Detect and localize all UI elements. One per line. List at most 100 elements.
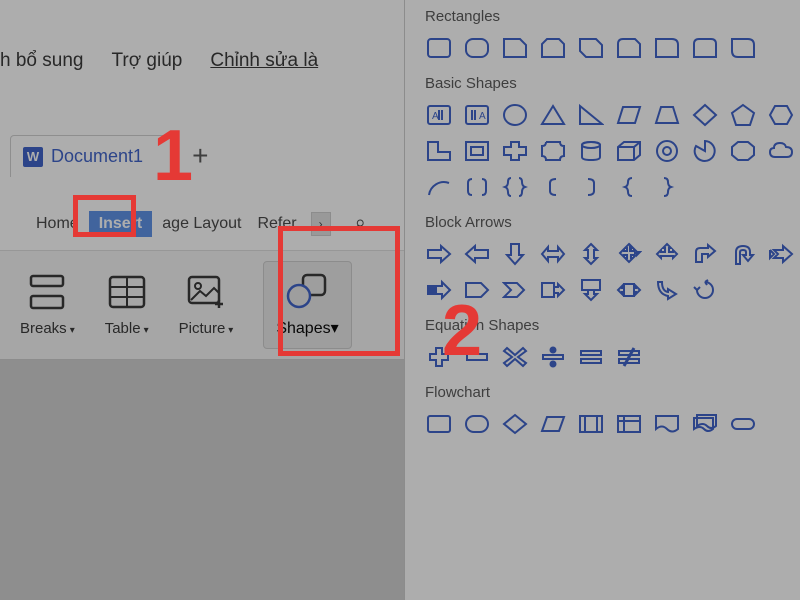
document-tabs: W Document1 + xyxy=(10,135,208,177)
shape-not-equal[interactable] xyxy=(615,344,643,370)
table-icon xyxy=(107,274,147,310)
shape-cross[interactable] xyxy=(501,138,529,164)
shape-plaque[interactable] xyxy=(539,138,567,164)
shape-oval[interactable] xyxy=(501,102,529,128)
shape-right-triangle[interactable] xyxy=(577,102,605,128)
shape-bracket-pair[interactable] xyxy=(463,174,491,200)
shape-arrow-uturn[interactable] xyxy=(729,241,757,267)
shape-rounded-rect[interactable] xyxy=(463,35,491,61)
shape-hexagon[interactable] xyxy=(767,102,795,128)
document-tab-label: Document1 xyxy=(51,146,143,167)
shape-textbox-v[interactable]: A xyxy=(463,102,491,128)
shape-fc-process[interactable] xyxy=(425,411,453,437)
shape-fc-terminator[interactable] xyxy=(729,411,757,437)
shape-parallelogram[interactable] xyxy=(615,102,643,128)
ribbon-scroll-right[interactable]: › xyxy=(311,212,331,236)
shape-trapezoid[interactable] xyxy=(653,102,681,128)
dropdown-icon: ▾ xyxy=(144,325,149,336)
shape-diamond[interactable] xyxy=(691,102,719,128)
shape-round-snip[interactable] xyxy=(615,35,643,61)
tab-home[interactable]: Home xyxy=(30,211,85,237)
shape-fc-predef[interactable] xyxy=(577,411,605,437)
shape-fc-internal[interactable] xyxy=(615,411,643,437)
shape-snip-diag[interactable] xyxy=(577,35,605,61)
svg-text:A: A xyxy=(432,111,439,122)
document-area[interactable] xyxy=(0,360,404,600)
shape-triangle[interactable] xyxy=(539,102,567,128)
section-title: Rectangles xyxy=(425,8,800,25)
shape-arrow-ud[interactable] xyxy=(577,241,605,267)
shape-minus[interactable] xyxy=(463,344,491,370)
shape-brace-r[interactable] xyxy=(653,174,681,200)
shape-arrow-notched[interactable] xyxy=(767,241,795,267)
shape-arrow-down[interactable] xyxy=(501,241,529,267)
shape-octagon[interactable] xyxy=(729,138,757,164)
shape-bracket-r[interactable] xyxy=(577,174,605,200)
shape-pie[interactable] xyxy=(691,138,719,164)
shape-arrow-circular[interactable] xyxy=(691,277,719,303)
shape-pentagon[interactable] xyxy=(729,102,757,128)
shape-arc[interactable] xyxy=(425,174,453,200)
shape-snip-corner[interactable] xyxy=(501,35,529,61)
shape-plus[interactable] xyxy=(425,344,453,370)
shape-arrow-left[interactable] xyxy=(463,241,491,267)
shape-round-2[interactable] xyxy=(691,35,719,61)
shape-can[interactable] xyxy=(577,138,605,164)
shape-fc-data[interactable] xyxy=(539,411,567,437)
shape-arrow-pentagon[interactable] xyxy=(463,277,491,303)
shape-arrow-striped[interactable] xyxy=(425,277,453,303)
shape-rectangle[interactable] xyxy=(425,35,453,61)
tab-insert[interactable]: Insert xyxy=(89,211,153,237)
shape-equal[interactable] xyxy=(577,344,605,370)
shape-l-shape[interactable] xyxy=(425,138,453,164)
search-icon[interactable]: ⌕ xyxy=(349,208,372,239)
breaks-button[interactable]: Breaks▾ xyxy=(20,274,75,337)
section-basic-shapes: Basic Shapes A A xyxy=(425,75,800,200)
menu-addins[interactable]: h bổ sung xyxy=(0,50,83,72)
shape-donut[interactable] xyxy=(653,138,681,164)
shape-brace-l[interactable] xyxy=(615,174,643,200)
section-title: Basic Shapes xyxy=(425,75,800,92)
tab-references[interactable]: Refer xyxy=(251,211,302,237)
ribbon-tabs: Home Insert age Layout Refer › ⌕ xyxy=(30,208,372,239)
shape-fc-alt[interactable] xyxy=(463,411,491,437)
shape-arrow-chevron[interactable] xyxy=(501,277,529,303)
shape-cube[interactable] xyxy=(615,138,643,164)
shape-arrow-curved[interactable] xyxy=(653,277,681,303)
section-title: Flowchart xyxy=(425,384,800,401)
new-tab-button[interactable]: + xyxy=(192,140,208,172)
shape-multiply[interactable] xyxy=(501,344,529,370)
shape-arrow-lr[interactable] xyxy=(539,241,567,267)
table-button[interactable]: Table▾ xyxy=(105,274,149,337)
shape-divide[interactable] xyxy=(539,344,567,370)
picture-button[interactable]: Picture▾ xyxy=(179,274,234,337)
breaks-label: Breaks xyxy=(20,320,67,337)
shape-brace-pair[interactable] xyxy=(501,174,529,200)
shape-round-diag[interactable] xyxy=(729,35,757,61)
shape-fc-multidoc[interactable] xyxy=(691,411,719,437)
shape-bracket-l[interactable] xyxy=(539,174,567,200)
shapes-button[interactable]: Shapes▾ xyxy=(263,261,351,349)
shape-fc-document[interactable] xyxy=(653,411,681,437)
shape-arrow-callout-lr[interactable] xyxy=(615,277,643,303)
section-title: Block Arrows xyxy=(425,214,800,231)
document-tab[interactable]: W Document1 xyxy=(10,135,172,177)
shape-arrow-quad[interactable] xyxy=(615,241,643,267)
section-rectangles: Rectangles xyxy=(425,8,800,61)
dropdown-icon: ▾ xyxy=(228,325,233,336)
shape-cloud[interactable] xyxy=(767,138,795,164)
shape-arrow-callout-r[interactable] xyxy=(539,277,567,303)
shape-arrow-right[interactable] xyxy=(425,241,453,267)
shape-snip-top[interactable] xyxy=(539,35,567,61)
shape-arrow-bent[interactable] xyxy=(691,241,719,267)
menu-help[interactable]: Trợ giúp xyxy=(111,50,182,72)
shape-fc-decision[interactable] xyxy=(501,411,529,437)
shape-textbox[interactable]: A xyxy=(425,102,453,128)
shapes-panel: Rectangles Basic Shapes A A xyxy=(404,0,800,600)
tab-page-layout[interactable]: age Layout xyxy=(156,211,247,237)
shape-round-1[interactable] xyxy=(653,35,681,61)
menu-edit[interactable]: Chỉnh sửa là xyxy=(210,50,318,72)
shape-arrow-callout-d[interactable] xyxy=(577,277,605,303)
shape-frame[interactable] xyxy=(463,138,491,164)
shape-arrow-3way[interactable] xyxy=(653,241,681,267)
